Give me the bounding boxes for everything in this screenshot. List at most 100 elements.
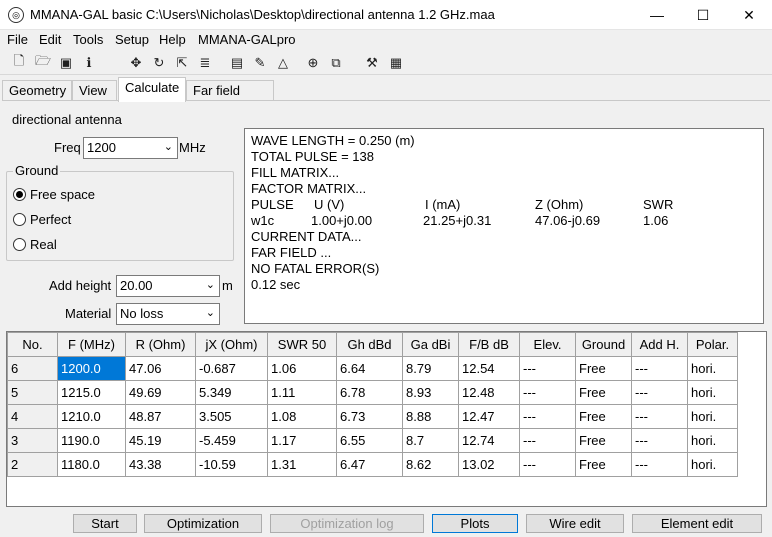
row-number-cell[interactable]: 5 xyxy=(7,380,58,405)
table-cell[interactable]: 8.7 xyxy=(402,428,459,453)
table-row[interactable]: 2 1180.0 43.38 -10.59 1.31 6.47 8.62 13.02 --- Fr… xyxy=(7,452,738,477)
table-cell[interactable]: 12.48 xyxy=(458,380,520,405)
table-cell[interactable]: 1.31 xyxy=(267,452,337,477)
table-cell[interactable]: 49.69 xyxy=(125,380,196,405)
row-number-cell[interactable]: 4 xyxy=(7,404,58,429)
table-cell[interactable]: 1.11 xyxy=(267,380,337,405)
tab-calculate[interactable]: Calculate xyxy=(118,77,186,102)
radio-button[interactable] xyxy=(13,188,26,201)
table-cell[interactable]: Free xyxy=(575,452,632,477)
menu-tools[interactable]: Tools xyxy=(73,32,103,47)
segment-icon[interactable]: ≣ xyxy=(197,55,213,71)
column-header[interactable]: R (Ohm) xyxy=(125,332,196,357)
table-cell[interactable]: -5.459 xyxy=(195,428,268,453)
table-cell[interactable]: 6.64 xyxy=(336,356,403,381)
column-header[interactable]: SWR 50 xyxy=(267,332,337,357)
table-row[interactable]: 4 1210.0 48.87 3.505 1.08 6.73 8.88 12.47 --- Fre… xyxy=(7,404,738,429)
start-button[interactable]: Start xyxy=(73,514,137,533)
table-cell[interactable]: 6.47 xyxy=(336,452,403,477)
radio-perfect[interactable]: Perfect xyxy=(13,212,71,227)
table-cell[interactable]: 8.62 xyxy=(402,452,459,477)
table-cell[interactable]: --- xyxy=(519,380,576,405)
freq-input[interactable]: 1200 ⌄ xyxy=(83,137,178,159)
optimization-log-button[interactable]: Optimization log xyxy=(270,514,424,533)
table-cell[interactable]: 45.19 xyxy=(125,428,196,453)
table-cell[interactable]: hori. xyxy=(687,404,738,429)
results-grid[interactable]: No. F (MHz) R (Ohm) jX (Ohm) SWR 50 Gh d… xyxy=(6,331,767,507)
triangle-icon[interactable]: △ xyxy=(275,55,291,71)
column-header[interactable]: jX (Ohm) xyxy=(195,332,268,357)
table-cell[interactable]: 48.87 xyxy=(125,404,196,429)
table-cell[interactable]: 1200.0 xyxy=(57,356,126,381)
table-cell[interactable]: 6.73 xyxy=(336,404,403,429)
table-cell[interactable]: 1180.0 xyxy=(57,452,126,477)
menu-edit[interactable]: Edit xyxy=(39,32,61,47)
table-cell[interactable]: 1190.0 xyxy=(57,428,126,453)
radio-free-space[interactable]: Free space xyxy=(13,187,95,202)
table-cell[interactable]: 47.06 xyxy=(125,356,196,381)
row-number-cell[interactable]: 3 xyxy=(7,428,58,453)
document-icon[interactable]: ▤ xyxy=(229,55,245,71)
table-cell[interactable]: --- xyxy=(631,404,688,429)
row-number-cell[interactable]: 2 xyxy=(7,452,58,477)
material-select[interactable]: No loss ⌄ xyxy=(116,303,220,325)
table-cell[interactable]: --- xyxy=(519,452,576,477)
tab-view[interactable]: View xyxy=(72,80,117,101)
column-header[interactable]: Gh dBd xyxy=(336,332,403,357)
tab-geometry[interactable]: Geometry xyxy=(2,80,72,101)
menu-help[interactable]: Help xyxy=(159,32,186,47)
plots-button[interactable]: Plots xyxy=(432,514,518,533)
table-cell[interactable]: 43.38 xyxy=(125,452,196,477)
table-cell[interactable]: --- xyxy=(519,356,576,381)
tools-icon[interactable]: ⚒ xyxy=(364,55,380,71)
add-height-input[interactable]: 20.00 ⌄ xyxy=(116,275,220,297)
table-cell[interactable]: 12.54 xyxy=(458,356,520,381)
table-cell[interactable]: 6.55 xyxy=(336,428,403,453)
pen-icon[interactable]: ✎ xyxy=(252,55,268,71)
table-row[interactable]: 6 1200.0 47.06 -0.687 1.06 6.64 8.79 12.54 --- Fr… xyxy=(7,356,738,381)
table-cell[interactable]: hori. xyxy=(687,452,738,477)
table-cell[interactable]: Free xyxy=(575,404,632,429)
table-cell[interactable]: Free xyxy=(575,356,632,381)
column-header[interactable]: Ga dBi xyxy=(402,332,459,357)
move-icon[interactable]: ✥ xyxy=(128,55,144,71)
table-cell[interactable]: --- xyxy=(631,356,688,381)
table-cell[interactable]: -10.59 xyxy=(195,452,268,477)
radio-button[interactable] xyxy=(13,238,26,251)
radio-real[interactable]: Real xyxy=(13,237,57,252)
export-icon[interactable]: ⇱ xyxy=(174,55,190,71)
table-cell[interactable]: --- xyxy=(519,428,576,453)
table-cell[interactable]: -0.687 xyxy=(195,356,268,381)
menu-setup[interactable]: Setup xyxy=(115,32,149,47)
menu-file[interactable]: File xyxy=(7,32,28,47)
info-icon[interactable]: ℹ xyxy=(81,55,97,71)
column-header[interactable]: Elev. xyxy=(519,332,576,357)
table-cell[interactable]: Free xyxy=(575,380,632,405)
table-cell[interactable]: --- xyxy=(631,380,688,405)
table-cell[interactable]: hori. xyxy=(687,380,738,405)
column-header[interactable]: No. xyxy=(7,332,58,357)
table-cell[interactable]: --- xyxy=(519,404,576,429)
rotate-icon[interactable]: ↻ xyxy=(151,55,167,71)
table-cell[interactable]: 8.93 xyxy=(402,380,459,405)
open-folder-icon[interactable]: 🗁 xyxy=(35,53,51,71)
target-icon[interactable]: ⊕ xyxy=(305,55,321,71)
table-cell[interactable]: 8.88 xyxy=(402,404,459,429)
column-header[interactable]: Polar. xyxy=(687,332,738,357)
column-header[interactable]: Ground xyxy=(575,332,632,357)
table-cell[interactable]: 12.47 xyxy=(458,404,520,429)
table-cell[interactable]: --- xyxy=(631,452,688,477)
table-cell[interactable]: 12.74 xyxy=(458,428,520,453)
table-cell[interactable]: 1210.0 xyxy=(57,404,126,429)
calculator-icon[interactable]: ▦ xyxy=(388,55,404,71)
tab-far-field-plots[interactable]: Far field plots xyxy=(186,80,274,113)
table-cell[interactable]: 1.06 xyxy=(267,356,337,381)
maximize-button[interactable]: ☐ xyxy=(680,0,726,30)
table-cell[interactable]: 1215.0 xyxy=(57,380,126,405)
menu-mmana-galpro[interactable]: MMANA-GALpro xyxy=(198,32,296,47)
table-row[interactable]: 3 1190.0 45.19 -5.459 1.17 6.55 8.7 12.74 --- Fre… xyxy=(7,428,738,453)
table-cell[interactable]: Free xyxy=(575,428,632,453)
radio-button[interactable] xyxy=(13,213,26,226)
save-icon[interactable]: ▣ xyxy=(58,55,74,71)
new-file-icon[interactable]: 🗋 xyxy=(11,53,27,71)
